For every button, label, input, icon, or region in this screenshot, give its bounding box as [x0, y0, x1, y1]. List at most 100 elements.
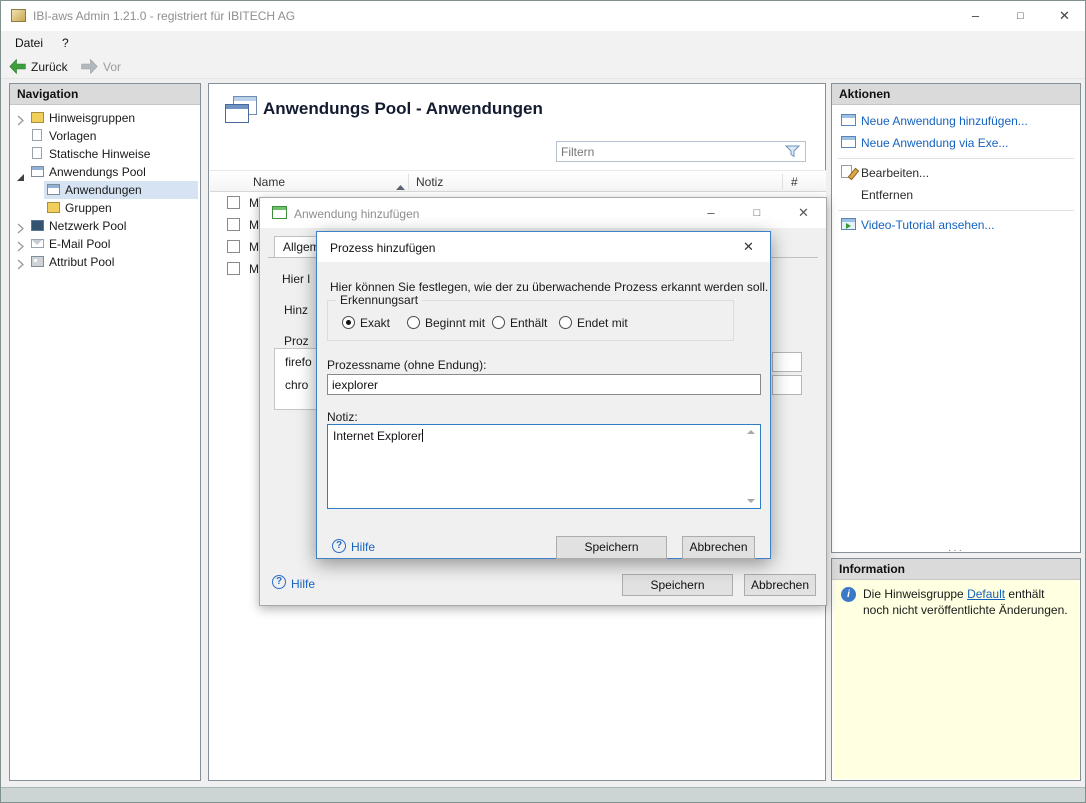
- info-icon: i: [841, 587, 856, 602]
- sidebar-item-label: Statische Hinweise: [49, 145, 150, 163]
- sidebar-item-label: Gruppen: [65, 199, 112, 217]
- action-label: Bearbeiten...: [861, 164, 929, 182]
- process-list[interactable]: firefo chro: [274, 348, 318, 410]
- dialog-close-button[interactable]: ✕: [780, 198, 827, 228]
- action-bearbeiten[interactable]: Bearbeiten...: [833, 164, 1079, 182]
- radio-exakt[interactable]: [342, 316, 355, 329]
- sort-ascending-icon: [396, 179, 405, 193]
- radio-label-endet-mit[interactable]: Endet mit: [577, 316, 628, 330]
- filter-funnel-icon[interactable]: [785, 145, 800, 161]
- anwendungen-page-icon: [225, 96, 259, 124]
- radio-label-enthaelt[interactable]: Enthält: [510, 316, 547, 330]
- row-name-text: M: [249, 214, 259, 236]
- email-pool-icon: [31, 239, 44, 248]
- default-group-link[interactable]: Default: [967, 587, 1005, 601]
- action-neue-anwendung[interactable]: Neue Anwendung hinzufügen...: [833, 112, 1079, 130]
- window-front-shape: [225, 104, 249, 123]
- vorlagen-icon: [32, 129, 42, 141]
- sidebar-item-gruppen[interactable]: Gruppen: [11, 199, 199, 217]
- navigation-header: Navigation: [10, 84, 200, 105]
- sidebar-item-hinweisgruppen[interactable]: Hinweisgruppen: [11, 109, 199, 127]
- maximize-button[interactable]: □: [998, 1, 1043, 31]
- actions-panel: Aktionen Neue Anwendung hinzufügen... Ne…: [831, 83, 1081, 553]
- save-button[interactable]: Speichern: [556, 536, 667, 559]
- help-link[interactable]: Hilfe: [291, 577, 315, 591]
- sidebar-item-vorlagen[interactable]: Vorlagen: [11, 127, 199, 145]
- sidebar-item-label: Hinweisgruppen: [49, 109, 135, 127]
- row-checkbox[interactable]: [227, 262, 240, 275]
- sidebar-item-label: Anwendungen: [65, 181, 142, 199]
- column-header-name[interactable]: Name: [253, 171, 285, 193]
- radio-endet-mit[interactable]: [559, 316, 572, 329]
- tool-bar: Zurück Vor: [1, 55, 1085, 79]
- back-arrow-icon: [9, 59, 26, 80]
- new-application-icon: [841, 114, 856, 126]
- dialog-text-fragment: Proz: [284, 334, 309, 348]
- dialog-titlebar[interactable]: Anwendung hinzufügen – □ ✕: [260, 198, 826, 228]
- sidebar-item-netzwerk-pool[interactable]: Netzwerk Pool: [11, 217, 199, 235]
- gruppen-icon: [47, 202, 60, 213]
- dialog-close-button[interactable]: ✕: [726, 232, 771, 262]
- minimize-button[interactable]: –: [953, 1, 998, 31]
- menu-datei[interactable]: Datei: [6, 31, 52, 55]
- sidebar-item-label: Vorlagen: [49, 127, 96, 145]
- sidebar-item-attribut-pool[interactable]: Attribut Pool: [11, 253, 199, 271]
- action-video-tutorial[interactable]: Video-Tutorial ansehen...: [833, 216, 1079, 234]
- process-name-input[interactable]: [327, 374, 761, 395]
- new-application-exe-icon: [841, 136, 856, 148]
- row-checkbox[interactable]: [227, 218, 240, 231]
- column-header-count[interactable]: #: [791, 171, 798, 193]
- action-neue-anwendung-via-exe[interactable]: Neue Anwendung via Exe...: [833, 134, 1079, 152]
- window-titlebar[interactable]: IBI-aws Admin 1.21.0 - registriert für I…: [1, 1, 1085, 31]
- action-label: Entfernen: [861, 186, 913, 204]
- menu-help[interactable]: ?: [53, 31, 78, 55]
- row-name-text: M: [249, 192, 259, 214]
- column-separator[interactable]: [782, 174, 783, 190]
- save-button[interactable]: Speichern: [622, 574, 733, 596]
- panel-splitter-handle[interactable]: ···: [831, 547, 1081, 557]
- note-textarea[interactable]: Internet Explorer: [327, 424, 761, 509]
- actions-separator: [838, 210, 1074, 211]
- help-icon: ?: [272, 575, 286, 589]
- radio-beginnt-mit[interactable]: [407, 316, 420, 329]
- actions-header: Aktionen: [832, 84, 1080, 105]
- cancel-button[interactable]: Abbrechen: [744, 574, 816, 596]
- netzwerk-pool-icon: [31, 220, 44, 231]
- sidebar-item-statische-hinweise[interactable]: Statische Hinweise: [11, 145, 199, 163]
- sidebar-item-label: Attribut Pool: [49, 253, 114, 271]
- hinweisgruppen-icon: [31, 112, 44, 123]
- window-title: IBI-aws Admin 1.21.0 - registriert für I…: [33, 9, 295, 23]
- list-item[interactable]: chro: [285, 378, 308, 392]
- radio-label-exakt[interactable]: Exakt: [360, 316, 390, 330]
- sidebar-item-anwendungs-pool[interactable]: Anwendungs Pool: [11, 163, 199, 181]
- chevron-right-icon[interactable]: [17, 257, 24, 275]
- list-item[interactable]: firefo: [285, 355, 312, 369]
- edit-icon: [841, 165, 852, 178]
- navigation-panel: Navigation Hinweisgruppen Vorlagen Stati…: [9, 83, 201, 781]
- row-name-text: M: [249, 258, 259, 280]
- app-window: IBI-aws Admin 1.21.0 - registriert für I…: [0, 0, 1086, 803]
- row-checkbox[interactable]: [227, 196, 240, 209]
- filter-input[interactable]: [561, 143, 776, 160]
- row-checkbox[interactable]: [227, 240, 240, 253]
- column-separator[interactable]: [408, 174, 409, 190]
- dialog-title: Anwendung hinzufügen: [294, 207, 419, 221]
- back-label: Zurück: [31, 57, 68, 77]
- statische-hinweise-icon: [32, 147, 42, 159]
- help-link[interactable]: Hilfe: [351, 540, 375, 554]
- status-bar: [1, 787, 1085, 803]
- column-header-notiz[interactable]: Notiz: [416, 171, 443, 193]
- sidebar-item-anwendungen[interactable]: Anwendungen: [11, 181, 199, 199]
- dialog-minimize-button[interactable]: –: [688, 198, 734, 228]
- radio-enthaelt[interactable]: [492, 316, 505, 329]
- close-button[interactable]: ✕: [1043, 1, 1086, 31]
- dialog-titlebar[interactable]: Prozess hinzufügen ✕: [317, 232, 770, 262]
- action-entfernen[interactable]: Entfernen: [833, 186, 1079, 204]
- dialog-maximize-button[interactable]: □: [734, 198, 780, 228]
- cancel-button[interactable]: Abbrechen: [682, 536, 755, 559]
- radio-label-beginnt-mit[interactable]: Beginnt mit: [425, 316, 485, 330]
- note-label: Notiz:: [327, 410, 358, 424]
- information-text: Die Hinweisgruppe Default enthält noch n…: [863, 586, 1071, 618]
- sidebar-item-email-pool[interactable]: E-Mail Pool: [11, 235, 199, 253]
- note-value: Internet Explorer: [333, 429, 422, 443]
